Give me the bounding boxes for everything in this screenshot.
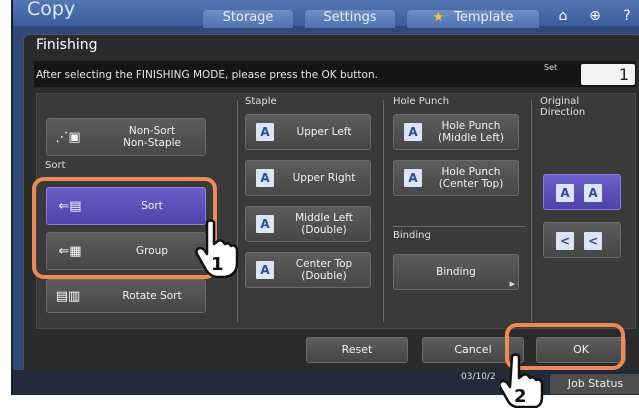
top-bar: Copy Storage Settings ★ Template ⌂ ⊕ ? xyxy=(13,0,639,28)
direction-portrait-button[interactable]: A A xyxy=(543,174,621,210)
help-icon[interactable]: ? xyxy=(617,8,637,26)
divider xyxy=(393,226,525,227)
date-time-readout: 03/10/2 xyxy=(461,372,496,382)
divider xyxy=(531,100,532,322)
reset-button[interactable]: Reset xyxy=(306,337,408,363)
staple-middle-left-button[interactable]: A Middle Left (Double) xyxy=(245,206,371,242)
svg-text:1: 1 xyxy=(211,254,224,275)
binding-label: Binding xyxy=(393,230,431,241)
app-title: Copy xyxy=(27,0,76,20)
hole-punch-middle-left-button[interactable]: A Hole Punch (Middle Left) xyxy=(393,114,519,150)
hand-pointer-1-icon: 1 xyxy=(195,219,239,279)
globe-icon[interactable]: ⊕ xyxy=(585,8,605,26)
svg-text:2: 2 xyxy=(514,386,527,407)
staple-center-top-icon: A xyxy=(256,261,274,279)
set-count-field[interactable]: 1 xyxy=(581,64,635,85)
non-sort-icon: ⋰▣ xyxy=(55,129,81,145)
staple-center-top-button[interactable]: A Center Top (Double) xyxy=(245,252,371,288)
expand-arrow-icon: ▶ xyxy=(509,280,515,288)
tab-storage[interactable]: Storage xyxy=(203,10,293,28)
staple-upper-left-button[interactable]: A Upper Left xyxy=(245,114,371,150)
divider xyxy=(383,100,384,322)
hole-punch-label: Hole Punch xyxy=(393,96,450,107)
original-direction-label: Original Direction xyxy=(540,96,586,118)
staple-middle-left-icon: A xyxy=(256,215,274,233)
staple-label: Staple xyxy=(245,96,277,107)
rotate-sort-button[interactable]: ▤▥ Rotate Sort xyxy=(46,279,206,313)
staple-upper-left-icon: A xyxy=(256,123,274,141)
tab-settings[interactable]: Settings xyxy=(305,10,395,28)
binding-button[interactable]: Binding ▶ xyxy=(393,254,519,290)
portrait-a-small-icon: A xyxy=(584,184,602,202)
home-icon[interactable]: ⌂ xyxy=(553,8,573,26)
sort-label: Sort xyxy=(45,160,66,171)
set-label: Set xyxy=(544,63,558,72)
star-icon: ★ xyxy=(432,10,445,25)
portrait-a-icon: A xyxy=(556,184,574,202)
message-bar: After selecting the FINISHING MODE, plea… xyxy=(34,61,636,87)
sort-group-highlight xyxy=(32,177,217,279)
rotate-sort-icon: ▤▥ xyxy=(55,288,81,304)
divider xyxy=(237,100,238,322)
hole-punch-center-top-button[interactable]: A Hole Punch (Center Top) xyxy=(393,160,519,196)
non-sort-non-staple-button[interactable]: ⋰▣ Non-Sort Non-Staple xyxy=(46,118,206,156)
direction-landscape-button[interactable]: < < xyxy=(543,222,621,258)
staple-upper-right-icon: A xyxy=(256,169,274,187)
instruction-text: After selecting the FINISHING MODE, plea… xyxy=(36,69,378,81)
staple-upper-right-button[interactable]: A Upper Right xyxy=(245,160,371,196)
tab-template[interactable]: ★ Template xyxy=(407,10,539,28)
landscape-a-small-icon: < xyxy=(584,232,602,250)
landscape-a-icon: < xyxy=(556,232,574,250)
job-status-button[interactable]: Job Status xyxy=(550,374,639,394)
hand-pointer-2-icon: 2 xyxy=(500,353,544,408)
dialog-title: Finishing xyxy=(36,37,98,53)
hole-punch-middle-left-icon: A xyxy=(404,123,422,141)
hole-punch-center-top-icon: A xyxy=(404,169,422,187)
